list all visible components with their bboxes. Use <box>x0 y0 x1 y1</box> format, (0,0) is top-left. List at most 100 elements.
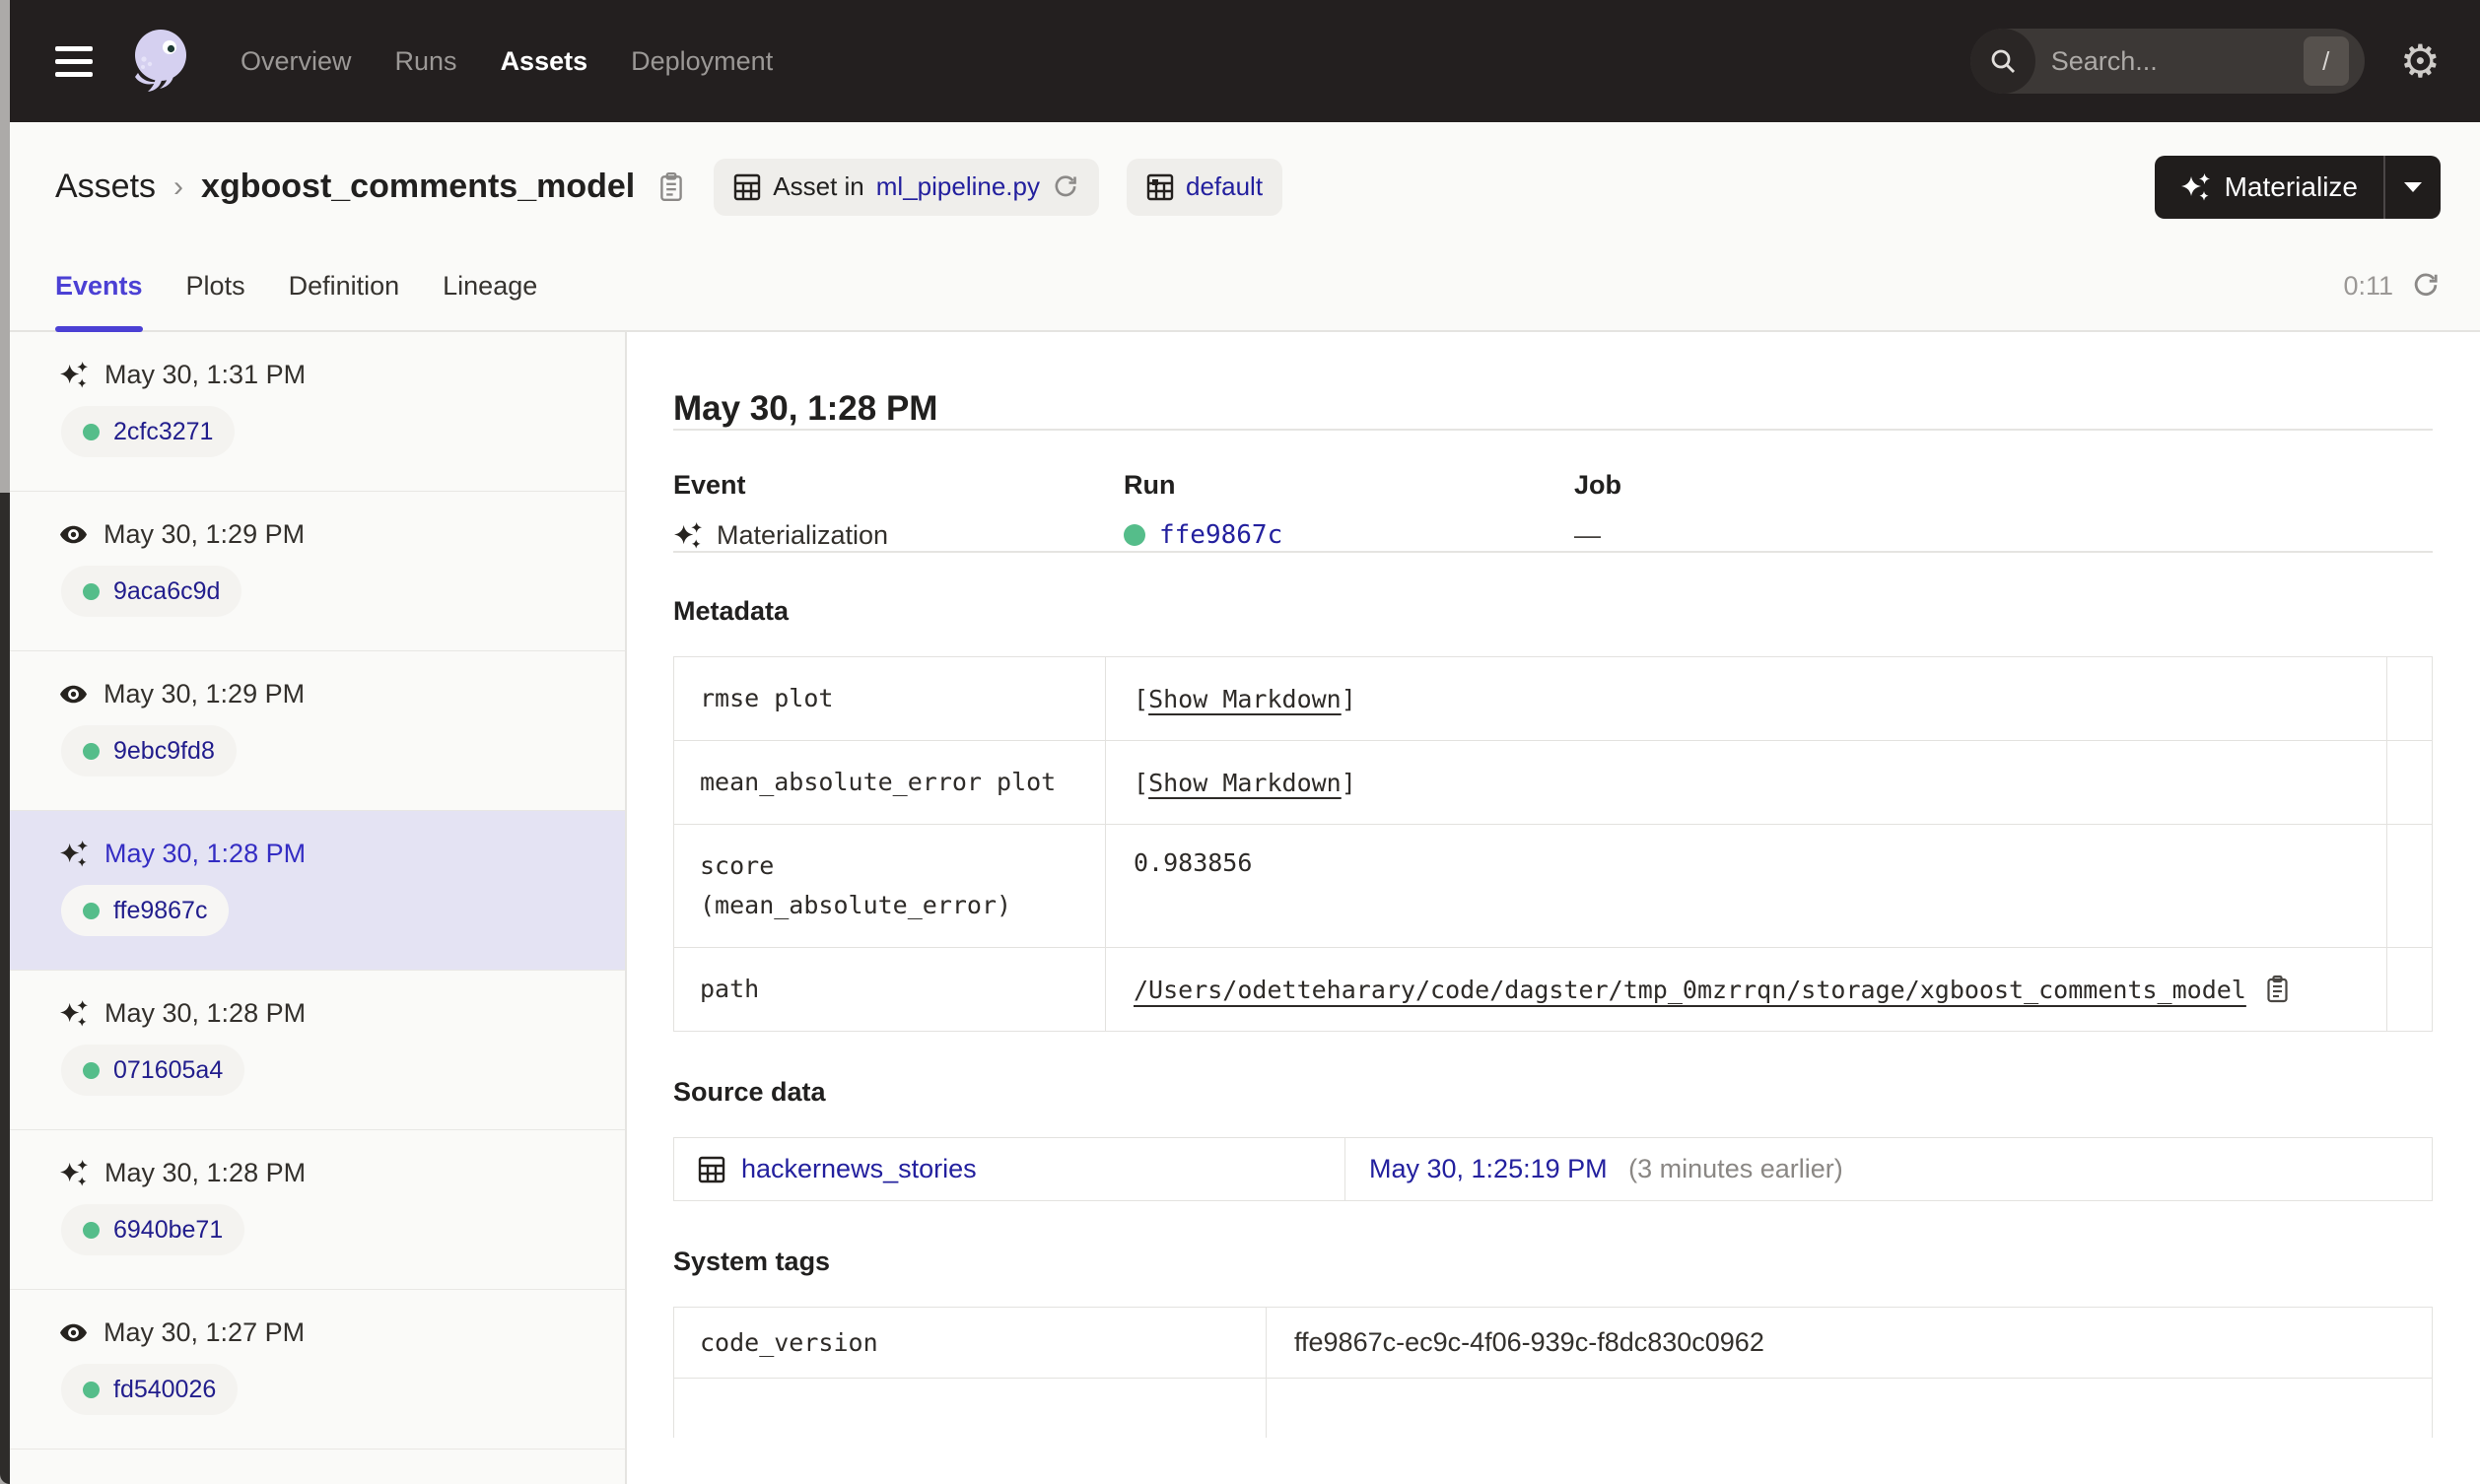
event-timestamp: May 30, 1:29 PM <box>103 519 306 549</box>
hamburger-menu-icon[interactable] <box>55 45 93 77</box>
run-id-link[interactable]: fd540026 <box>113 1376 216 1404</box>
event-list-sidebar: May 30, 1:31 PM 2cfc3271 May 30, 1:29 PM… <box>10 332 627 1484</box>
score-value: 0.983856 <box>1134 848 1253 877</box>
search-placeholder: Search... <box>2050 45 2158 76</box>
code-location-chip[interactable]: Asset in ml_pipeline.py <box>714 158 1099 216</box>
settings-gear-icon[interactable]: ⚙ <box>2400 38 2441 84</box>
copy-asset-name-icon[interactable] <box>656 171 686 203</box>
metadata-row-score: score (mean_absolute_error) 0.983856 <box>673 824 2433 948</box>
top-navbar: Overview Runs Assets Deployment Search..… <box>10 0 2480 122</box>
system-tag-value: ffe9867c-ec9c-4f06-939c-f8dc830c0962 <box>1266 1307 2433 1379</box>
materialize-button[interactable]: Materialize <box>2155 156 2383 219</box>
table-grid-icon <box>698 1156 725 1183</box>
run-id-link[interactable]: ffe9867c <box>113 897 207 925</box>
event-list-item[interactable]: May 30, 1:28 PM 071605a4 <box>10 971 625 1130</box>
materialization-sparkle-icon <box>673 522 703 549</box>
run-id-link[interactable]: ffe9867c <box>1159 520 1282 550</box>
materialization-sparkle-icon <box>59 1160 89 1186</box>
tab-definition[interactable]: Definition <box>289 241 400 330</box>
materialize-dropdown-button[interactable] <box>2385 156 2441 219</box>
dagster-logo-icon[interactable] <box>122 22 201 101</box>
run-id-link[interactable]: 071605a4 <box>113 1056 223 1085</box>
event-timestamp: May 30, 1:28 PM <box>104 1158 307 1187</box>
nav-item-deployment[interactable]: Deployment <box>631 46 773 77</box>
materialize-label: Materialize <box>2224 170 2358 202</box>
event-list-item[interactable]: May 30, 1:29 PM 9aca6c9d <box>10 492 625 651</box>
event-type-value: Materialization <box>717 520 889 550</box>
event-detail-heading: May 30, 1:28 PM <box>673 389 938 428</box>
nav-item-runs[interactable]: Runs <box>395 46 457 77</box>
table-grid-icon <box>733 173 761 201</box>
run-id-link[interactable]: 9aca6c9d <box>113 577 220 606</box>
search-icon <box>1969 29 2035 94</box>
run-id-pill[interactable]: ffe9867c <box>61 885 230 936</box>
asset-group-chip[interactable]: default <box>1126 158 1283 216</box>
code-location-link[interactable]: ml_pipeline.py <box>876 171 1040 202</box>
show-markdown-link[interactable]: [Show Markdown] <box>1134 685 1356 713</box>
source-timestamp-link[interactable]: May 30, 1:25:19 PM <box>1369 1154 1608 1183</box>
run-status-dot <box>1124 524 1145 546</box>
run-status-dot <box>83 902 100 919</box>
run-id-pill[interactable]: 071605a4 <box>61 1045 245 1096</box>
tab-lineage[interactable]: Lineage <box>443 241 537 330</box>
event-column-header: Event <box>673 470 746 500</box>
job-column-header: Job <box>1574 470 1622 500</box>
materialize-split-button[interactable]: Materialize <box>2154 155 2441 219</box>
breadcrumb-separator: › <box>173 169 184 203</box>
divider <box>673 429 2433 431</box>
dagster-app-window: Overview Runs Assets Deployment Search..… <box>10 0 2480 1484</box>
source-relative-time: (3 minutes earlier) <box>1628 1154 1843 1183</box>
run-id-pill[interactable]: 9ebc9fd8 <box>61 725 237 776</box>
asset-tabs-row: Events Plots Definition Lineage 0:11 <box>10 241 2480 332</box>
metadata-row-path: path /Users/odetteharary/code/dagster/tm… <box>673 947 2433 1032</box>
asset-name: xgboost_comments_model <box>201 168 636 205</box>
run-id-link[interactable]: 2cfc3271 <box>113 418 213 446</box>
system-tags-table: code_version ffe9867c-ec9c-4f06-939c-f8d… <box>673 1307 2433 1438</box>
event-list-item-selected[interactable]: May 30, 1:28 PM ffe9867c <box>10 811 625 971</box>
event-list-item[interactable]: May 30, 1:27 PM fd540026 <box>10 1290 625 1450</box>
refresh-icon[interactable] <box>2411 271 2441 301</box>
event-timestamp: May 30, 1:28 PM <box>104 839 307 868</box>
event-timestamp: May 30, 1:29 PM <box>103 679 306 708</box>
tab-plots[interactable]: Plots <box>186 241 245 330</box>
desktop-left-artifact <box>0 0 10 1484</box>
source-data-row: hackernews_stories May 30, 1:25:19 PM (3… <box>673 1137 2433 1201</box>
breadcrumb-assets-link[interactable]: Assets <box>55 168 156 206</box>
run-id-pill[interactable]: 2cfc3271 <box>61 406 236 457</box>
asset-in-label: Asset in <box>773 171 864 201</box>
copy-path-icon[interactable] <box>2264 975 2291 1004</box>
system-tag-row: code_version ffe9867c-ec9c-4f06-939c-f8d… <box>673 1307 2433 1379</box>
run-id-pill[interactable]: 9aca6c9d <box>61 566 242 617</box>
reload-location-icon[interactable] <box>1052 173 1079 201</box>
event-detail-panel: May 30, 1:28 PM Event Materialization Ru… <box>627 332 2480 1484</box>
run-id-pill[interactable]: fd540026 <box>61 1364 239 1415</box>
event-list-item[interactable]: May 30, 1:29 PM 9ebc9fd8 <box>10 651 625 811</box>
run-status-dot <box>83 423 100 440</box>
source-asset-link[interactable]: hackernews_stories <box>698 1154 1321 1184</box>
metadata-key: path <box>673 947 1106 1032</box>
primary-nav: Overview Runs Assets Deployment <box>241 46 773 77</box>
asset-header-row: Assets › xgboost_comments_model Asset in… <box>10 122 2480 241</box>
nav-item-overview[interactable]: Overview <box>241 46 352 77</box>
show-markdown-link[interactable]: [Show Markdown] <box>1134 769 1356 797</box>
job-value: — <box>1574 520 1601 550</box>
run-id-link[interactable]: 6940be71 <box>113 1216 223 1245</box>
divider <box>673 551 2433 553</box>
storage-path-link[interactable]: /Users/odetteharary/code/dagster/tmp_0mz… <box>1134 976 2246 1004</box>
asset-tabs: Events Plots Definition Lineage <box>55 241 537 332</box>
asset-group-link[interactable]: default <box>1186 171 1263 202</box>
metadata-key: rmse plot <box>673 656 1106 741</box>
tab-events[interactable]: Events <box>55 241 143 332</box>
run-column-header: Run <box>1124 470 1176 500</box>
system-tag-row-partial <box>673 1378 2433 1438</box>
event-list-item[interactable]: May 30, 1:31 PM 2cfc3271 <box>10 332 625 492</box>
source-data-table: hackernews_stories May 30, 1:25:19 PM (3… <box>673 1137 2433 1201</box>
nav-item-assets[interactable]: Assets <box>501 46 588 77</box>
materialization-sparkle-icon <box>59 1000 89 1027</box>
event-timestamp: May 30, 1:28 PM <box>104 998 307 1028</box>
event-list-item[interactable]: May 30, 1:28 PM 6940be71 <box>10 1130 625 1290</box>
run-id-link[interactable]: 9ebc9fd8 <box>113 737 215 766</box>
metadata-row-rmse-plot: rmse plot [Show Markdown] <box>673 656 2433 741</box>
run-id-pill[interactable]: 6940be71 <box>61 1204 245 1255</box>
search-input[interactable]: Search... / <box>1969 29 2365 94</box>
